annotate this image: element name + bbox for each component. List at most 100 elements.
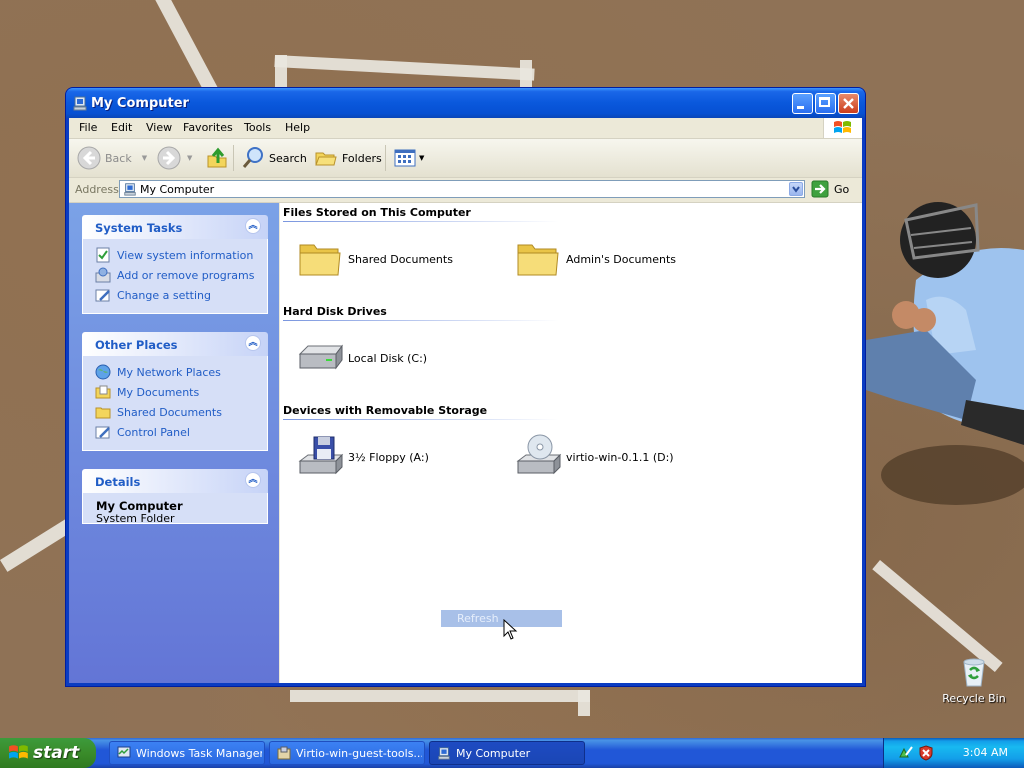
forward-button[interactable]: ▼ (157, 146, 192, 170)
menu-bar: File Edit View Favorites Tools Help (69, 118, 862, 139)
maximize-button[interactable] (815, 93, 836, 114)
minimize-button[interactable] (792, 93, 813, 114)
place-shared-documents[interactable]: Shared Documents (83, 402, 267, 422)
menu-view[interactable]: View (146, 121, 172, 134)
search-label: Search (269, 151, 307, 165)
place-control-panel[interactable]: Control Panel (83, 422, 267, 442)
place-label: Control Panel (117, 425, 190, 439)
address-input[interactable]: My Computer (119, 180, 805, 198)
system-tasks-group: System Tasks ︽ View system information A… (82, 215, 268, 314)
floppy-drive-icon (298, 436, 344, 475)
my-computer-icon (73, 96, 87, 111)
menu-edit[interactable]: Edit (111, 121, 132, 134)
system-info-icon (96, 247, 110, 263)
item-label: Shared Documents (348, 252, 453, 266)
collapse-chevron-icon[interactable]: ︽ (245, 218, 261, 234)
back-arrow-icon (77, 146, 101, 170)
start-label: start (33, 743, 80, 763)
details-name: My Computer (96, 499, 183, 513)
system-tasks-title: System Tasks (95, 221, 183, 235)
back-dropdown-icon[interactable]: ▼ (142, 154, 147, 162)
up-folder-button[interactable] (205, 146, 229, 170)
task-view-system-information[interactable]: View system information (83, 245, 267, 265)
place-label: My Network Places (117, 365, 221, 379)
folders-label: Folders (342, 151, 382, 165)
search-button[interactable]: Search (241, 146, 307, 170)
back-button[interactable]: Back ▼ (77, 146, 147, 170)
clock[interactable]: 3:04 AM (963, 746, 1008, 759)
shared-documents-folder[interactable]: Shared Documents (296, 235, 453, 283)
menu-file[interactable]: File (79, 121, 97, 134)
menu-favorites[interactable]: Favorites (183, 121, 233, 134)
other-places-header[interactable]: Other Places ︽ (82, 332, 268, 356)
section-divider (283, 221, 559, 222)
go-label: Go (834, 182, 850, 196)
close-icon (843, 98, 854, 109)
details-header[interactable]: Details ︽ (82, 469, 268, 493)
task-label: View system information (117, 248, 254, 262)
address-dropdown-button[interactable] (789, 182, 803, 196)
close-button[interactable] (838, 93, 859, 114)
system-tasks-header[interactable]: System Tasks ︽ (82, 215, 268, 239)
my-documents-icon (95, 385, 111, 399)
floppy-drive-a[interactable]: 3½ Floppy (A:) (296, 433, 429, 481)
my-computer-icon (124, 183, 136, 196)
address-label: Address (75, 183, 119, 196)
task-change-setting[interactable]: Change a setting (83, 285, 267, 305)
admins-documents-folder[interactable]: Admin's Documents (514, 235, 676, 283)
system-tasks-list: View system information Add or remove pr… (82, 239, 268, 314)
place-label: My Documents (117, 385, 200, 399)
place-label: Shared Documents (117, 405, 222, 419)
taskbar-item-label: My Computer (456, 747, 531, 760)
windows-logo (823, 118, 862, 138)
place-my-documents[interactable]: My Documents (83, 382, 267, 402)
windows-flag-icon (834, 121, 851, 133)
item-label: Admin's Documents (566, 252, 677, 266)
hdd-section-heading: Hard Disk Drives (283, 305, 387, 318)
collapse-chevron-icon[interactable]: ︽ (245, 472, 261, 488)
menu-tools[interactable]: Tools (244, 121, 271, 134)
installer-icon (277, 746, 291, 760)
item-label: 3½ Floppy (A:) (348, 450, 429, 464)
collapse-chevron-icon[interactable]: ︽ (245, 335, 261, 351)
item-label: Local Disk (C:) (348, 351, 428, 365)
taskbar-item-virtio-installer[interactable]: Virtio-win-guest-tools... (269, 741, 425, 765)
content-pane: Files Stored on This Computer Shared Doc… (280, 203, 862, 683)
taskbar-item-label: Windows Task Manager (136, 747, 262, 760)
place-my-network-places[interactable]: My Network Places (83, 362, 267, 382)
recycle-bin-desktop-icon[interactable]: Recycle Bin (934, 656, 1014, 705)
task-manager-icon (117, 746, 131, 758)
toolbar-separator (385, 145, 386, 171)
item-label: virtio-win-0.1.1 (D:) (566, 450, 674, 464)
search-icon (242, 147, 263, 168)
hard-disk-icon (298, 344, 343, 370)
forward-dropdown-icon[interactable]: ▼ (187, 154, 192, 162)
security-shield-icon[interactable] (918, 745, 934, 761)
folder-icon (299, 244, 341, 276)
start-button[interactable]: start (0, 738, 96, 768)
folders-button[interactable]: Folders (314, 146, 382, 170)
system-tray: 3:04 AM (883, 738, 1024, 768)
title-bar[interactable]: My Computer (66, 88, 865, 118)
go-button[interactable]: Go (811, 180, 849, 198)
menu-help[interactable]: Help (285, 121, 310, 134)
folder-icon (517, 244, 559, 276)
task-label: Add or remove programs (117, 268, 255, 282)
network-status-icon[interactable] (898, 745, 914, 761)
taskbar-item-my-computer[interactable]: My Computer (429, 741, 585, 765)
views-button[interactable]: ▼ (393, 146, 424, 170)
recycle-bin-label: Recycle Bin (942, 692, 1006, 705)
cd-drive-d[interactable]: virtio-win-0.1.1 (D:) (514, 433, 674, 481)
cd-drive-icon (516, 434, 562, 475)
window-client: File Edit View Favorites Tools Help Back… (69, 118, 862, 683)
refresh-menu-item[interactable]: Refresh (441, 610, 562, 627)
taskbar-item-task-manager[interactable]: Windows Task Manager (109, 741, 265, 765)
toolbar-separator (233, 145, 234, 171)
back-label: Back (105, 151, 132, 165)
files-section-heading: Files Stored on This Computer (283, 206, 471, 219)
windows-flag-icon (9, 745, 28, 759)
mouse-cursor-icon (503, 619, 518, 640)
task-add-remove-programs[interactable]: Add or remove programs (83, 265, 267, 285)
local-disk-c[interactable]: Local Disk (C:) (296, 334, 427, 382)
toolbar: Back ▼ ▼ Search Folders ▼ (69, 139, 862, 178)
